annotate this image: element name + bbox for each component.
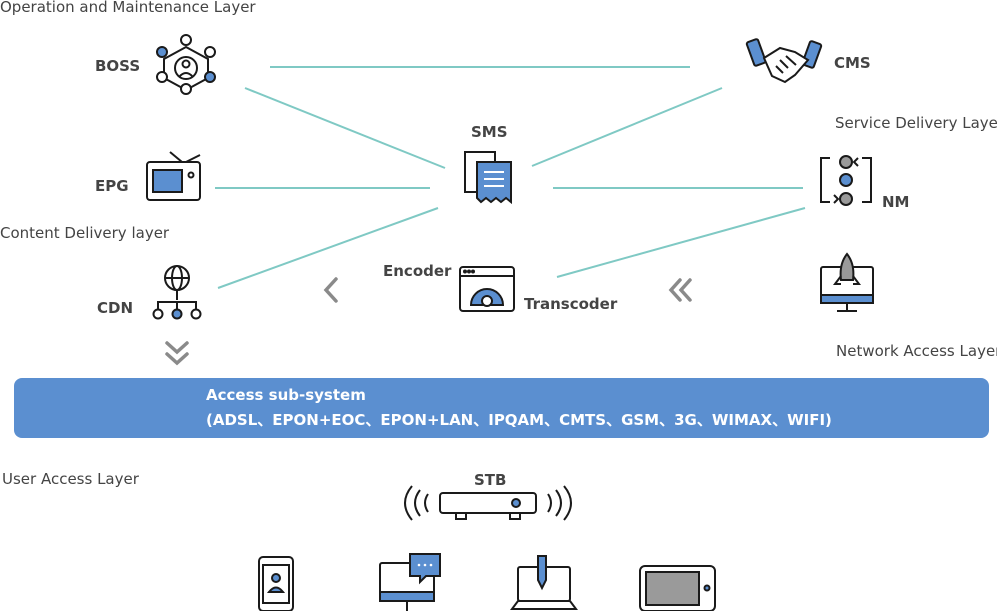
architecture-diagram	[146, 34, 874, 611]
tablet-icon	[639, 565, 716, 611]
node-label-transcoder: Transcoder	[524, 295, 618, 313]
node-label-cms: CMS	[834, 54, 871, 72]
access-subsystem-title: Access sub-system	[206, 386, 366, 404]
connector-nm-transcoder	[556, 207, 806, 278]
document-server-icon	[464, 151, 512, 205]
node-label-cdn: CDN	[97, 299, 134, 317]
layer-service-delivery: Service Delivery Layer	[835, 114, 997, 132]
arrow-left-icon	[323, 277, 338, 303]
double-arrow-left-icon	[668, 278, 692, 302]
layer-content-delivery: Content Delivery layer	[0, 224, 170, 242]
stb-wireless-icon	[404, 485, 572, 521]
connector-cms-sms	[531, 87, 723, 167]
handshake-icon	[745, 38, 823, 84]
node-label-encoder: Encoder	[383, 262, 452, 280]
layer-network-access: Network Access Layer	[836, 342, 997, 360]
node-label-nm: NM	[882, 193, 910, 211]
layer-user-access: User Access Layer	[2, 470, 139, 488]
double-arrow-down-icon	[165, 341, 189, 366]
tv-icon	[146, 151, 201, 201]
node-label-sms: SMS	[471, 123, 508, 141]
network-people-icon	[156, 34, 216, 95]
layer-operation-maintenance: Operation and Maintenance Layer	[0, 0, 256, 16]
connector-boss-sms	[244, 87, 446, 169]
mobile-phone-icon	[258, 556, 294, 611]
gear-window-icon	[459, 266, 515, 312]
switch-toggle-icon	[820, 155, 872, 206]
desktop-chat-icon	[379, 553, 441, 611]
laptop-pen-icon	[510, 555, 578, 610]
rocket-monitor-icon	[820, 252, 874, 312]
access-subsystem-detail: (ADSL、EPON+EOC、EPON+LAN、IPQAM、CMTS、GSM、3…	[206, 411, 832, 429]
node-label-boss: BOSS	[95, 57, 141, 75]
globe-network-icon	[152, 265, 202, 320]
node-label-epg: EPG	[95, 177, 129, 195]
access-subsystem-bar: Access sub-system (ADSL、EPON+EOC、EPON+LA…	[14, 378, 989, 438]
node-label-stb: STB	[474, 471, 507, 489]
